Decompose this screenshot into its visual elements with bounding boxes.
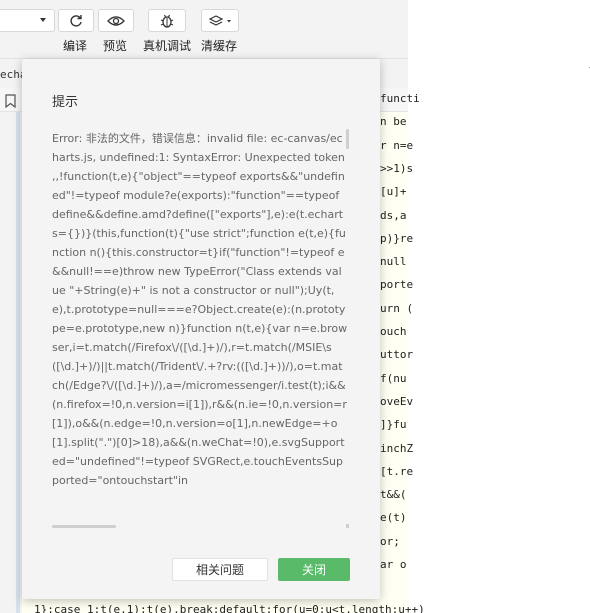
code-line: ds,a bbox=[380, 209, 407, 222]
code-line: ouch bbox=[380, 325, 407, 338]
code-line: functi bbox=[380, 92, 420, 105]
code-line: or; bbox=[380, 535, 400, 548]
gutter-accent bbox=[16, 112, 20, 613]
related-issues-button[interactable]: 相关问题 bbox=[172, 558, 268, 581]
code-line: uttor bbox=[380, 348, 414, 361]
chevron-down-icon bbox=[40, 18, 46, 22]
code-line: >>1)s bbox=[380, 162, 414, 175]
remote-debug-button[interactable] bbox=[148, 9, 186, 32]
clear-cache-button[interactable] bbox=[201, 9, 239, 32]
code-line: p)}re bbox=[380, 232, 414, 245]
remote-debug-label: 真机调试 bbox=[143, 39, 192, 53]
code-line: e(t) bbox=[380, 511, 407, 524]
compile-label: 编译 bbox=[63, 39, 88, 53]
code-line: t&&( bbox=[380, 488, 407, 501]
dialog-message[interactable]: Error: 非法的文件，错误信息：invalid file: ec-canva… bbox=[52, 129, 348, 529]
preview-label: 预览 bbox=[103, 39, 128, 53]
bug-icon bbox=[159, 13, 175, 29]
code-line: urn ( bbox=[380, 302, 414, 315]
code-line: inchZ bbox=[380, 442, 414, 455]
bookmark-icon[interactable] bbox=[5, 93, 16, 109]
scrollbar-end bbox=[346, 524, 349, 528]
code-line: porte bbox=[380, 278, 414, 291]
code-line: ]}fu bbox=[380, 418, 407, 431]
clear-cache-label: 清缓存 bbox=[201, 39, 238, 53]
layers-icon bbox=[208, 14, 232, 28]
code-line: [u]+ bbox=[380, 185, 407, 198]
compile-mode-select[interactable] bbox=[0, 9, 55, 32]
code-line: n be bbox=[380, 115, 407, 128]
close-button[interactable]: 关闭 bbox=[278, 558, 350, 581]
dialog-title: 提示 bbox=[52, 95, 79, 110]
toolbar: 编译 预览 真机调试 清缓存 bbox=[0, 0, 408, 58]
horizontal-scrollbar[interactable] bbox=[52, 525, 116, 528]
vertical-scrollbar[interactable] bbox=[346, 129, 349, 149]
code-line: ar o bbox=[380, 558, 407, 571]
blank-panel bbox=[408, 0, 590, 613]
compile-button[interactable] bbox=[58, 9, 94, 32]
eye-icon bbox=[107, 14, 125, 28]
code-line: r n=e bbox=[380, 139, 414, 152]
code-line: f(nu bbox=[380, 372, 407, 385]
preview-button[interactable] bbox=[98, 9, 134, 32]
code-line: [t.re bbox=[380, 465, 414, 478]
code-line: oveEv bbox=[380, 395, 414, 408]
refresh-icon bbox=[68, 13, 84, 29]
code-line-bottom: 1};case 1:t(e,1);t(e).break;default:for(… bbox=[34, 603, 425, 613]
code-line: null bbox=[380, 255, 407, 268]
error-dialog: 提示 Error: 非法的文件，错误信息：invalid file: ec-ca… bbox=[22, 59, 380, 599]
